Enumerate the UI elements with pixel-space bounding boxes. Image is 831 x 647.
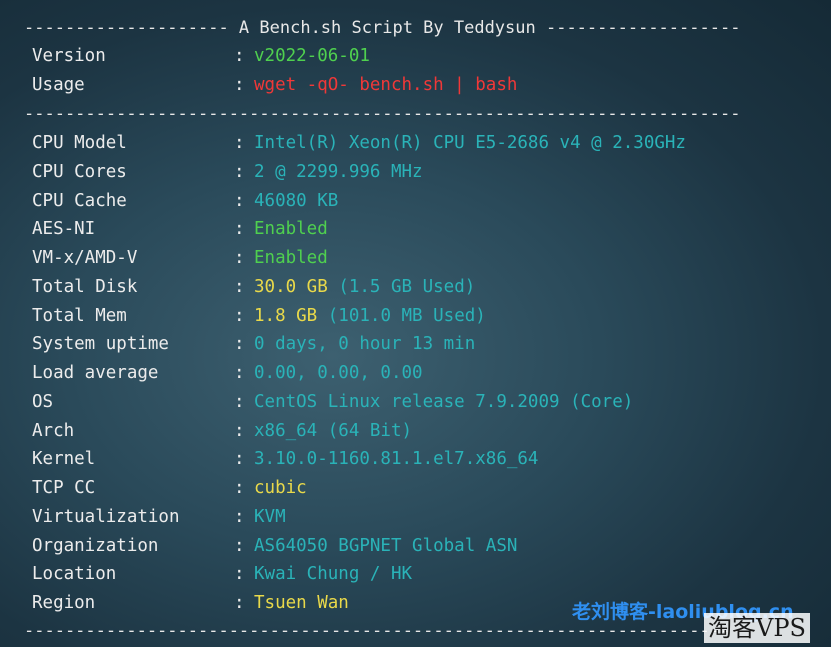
row-value: wget -qO- bench.sh | bash bbox=[254, 74, 517, 96]
row-value-primary: 0 days, 0 hour 13 min bbox=[254, 334, 476, 355]
row-label: Load average bbox=[32, 363, 159, 383]
row-colon: : bbox=[234, 46, 245, 66]
row-value: v2022-06-01 bbox=[254, 45, 370, 67]
row-value: 46080 KB bbox=[254, 190, 338, 212]
row-value: Tsuen Wan bbox=[254, 592, 349, 614]
row-label: System uptime bbox=[32, 334, 169, 355]
row-value: Enabled bbox=[254, 218, 328, 240]
row-colon: : bbox=[234, 276, 245, 297]
row-colon: : bbox=[234, 535, 245, 556]
row-label: TCP CC bbox=[32, 478, 96, 498]
row-label: Arch bbox=[32, 420, 75, 441]
row-label: Usage bbox=[32, 75, 85, 95]
row-colon: : bbox=[234, 391, 245, 412]
brand-watermark: 淘客VPS bbox=[704, 613, 810, 643]
row-label: CPU Cores bbox=[32, 161, 127, 182]
row-value-primary: 3.10.0-1160.81.1.el7.x86_64 bbox=[254, 449, 539, 470]
row-value-primary: 1.8 GB bbox=[254, 305, 318, 326]
row-value: cubic bbox=[254, 477, 307, 499]
row-value: AS64050 BGPNET Global ASN bbox=[254, 535, 517, 557]
row-colon: : bbox=[234, 420, 245, 441]
row-label: Region bbox=[32, 593, 96, 613]
row-value-primary: 2 @ 2299.996 MHz bbox=[254, 161, 423, 182]
row-label: Version bbox=[32, 46, 106, 66]
row-value-primary: Tsuen Wan bbox=[254, 593, 349, 613]
row-value-primary: Kwai Chung / HK bbox=[254, 564, 413, 585]
row-value-primary: Enabled bbox=[254, 219, 328, 240]
row-value: CentOS Linux release 7.9.2009 (Core) bbox=[254, 391, 633, 413]
row-label: CPU Cache bbox=[32, 190, 127, 211]
row-label: Location bbox=[32, 564, 117, 585]
row-value-primary: Enabled bbox=[254, 248, 328, 268]
row-label: CPU Model bbox=[32, 133, 127, 153]
row-colon: : bbox=[234, 75, 245, 95]
row-colon: : bbox=[234, 564, 245, 585]
row-colon: : bbox=[234, 305, 245, 326]
row-value-primary: v2022-06-01 bbox=[254, 46, 370, 66]
row-label: Kernel bbox=[32, 449, 96, 470]
row-label: Total Disk bbox=[32, 276, 138, 297]
row-label: Total Mem bbox=[32, 305, 127, 326]
row-value: KVM bbox=[254, 506, 286, 528]
row-colon: : bbox=[234, 161, 245, 182]
row-value-primary: 30.0 GB bbox=[254, 276, 328, 297]
row-value: 1.8 GB (101.0 MB Used) bbox=[254, 305, 486, 327]
row-label: VM-x/AMD-V bbox=[32, 248, 138, 268]
row-colon: : bbox=[234, 219, 245, 240]
row-value-secondary: (101.0 MB Used) bbox=[327, 305, 486, 326]
row-value-primary: wget -qO- bench.sh | bash bbox=[254, 75, 518, 95]
row-label: Organization bbox=[32, 535, 159, 556]
row-value: Kwai Chung / HK bbox=[254, 563, 412, 585]
row-label: Virtualization bbox=[32, 506, 180, 527]
row-value-secondary: (1.5 GB Used) bbox=[338, 276, 476, 297]
row-colon: : bbox=[234, 190, 245, 211]
row-value: 0.00, 0.00, 0.00 bbox=[254, 362, 423, 384]
row-colon: : bbox=[234, 334, 245, 355]
row-value: 30.0 GB (1.5 GB Used) bbox=[254, 276, 475, 298]
separator-top: ----------------------------------------… bbox=[24, 104, 741, 124]
row-value-primary: KVM bbox=[254, 506, 286, 527]
row-colon: : bbox=[234, 248, 245, 268]
row-value-primary: 0.00, 0.00, 0.00 bbox=[254, 363, 423, 383]
terminal-window: -------------------- A Bench.sh Script B… bbox=[0, 0, 831, 647]
row-value: x86_64 (64 Bit) bbox=[254, 420, 412, 442]
row-value-primary: AS64050 BGPNET Global ASN bbox=[254, 535, 518, 556]
row-label: AES-NI bbox=[32, 219, 96, 240]
separator-bottom: ----------------------------------------… bbox=[24, 621, 741, 641]
row-value-primary: CentOS Linux release 7.9.2009 (Core) bbox=[254, 391, 634, 412]
row-colon: : bbox=[234, 478, 245, 498]
row-value: 2 @ 2299.996 MHz bbox=[254, 161, 423, 183]
row-value: Intel(R) Xeon(R) CPU E5-2686 v4 @ 2.30GH… bbox=[254, 132, 686, 154]
row-value-primary: 46080 KB bbox=[254, 190, 339, 211]
row-label: OS bbox=[32, 391, 54, 412]
row-value: 0 days, 0 hour 13 min bbox=[254, 333, 475, 355]
row-colon: : bbox=[234, 449, 245, 470]
row-colon: : bbox=[234, 593, 245, 613]
row-colon: : bbox=[234, 363, 245, 383]
row-value-primary: x86_64 (64 Bit) bbox=[254, 420, 413, 441]
row-value: Enabled bbox=[254, 247, 328, 269]
row-value-primary: cubic bbox=[254, 478, 307, 498]
header-title: -------------------- A Bench.sh Script B… bbox=[24, 18, 741, 38]
row-value-primary: Intel(R) Xeon(R) CPU E5-2686 v4 @ 2.30GH… bbox=[254, 133, 686, 153]
row-value: 3.10.0-1160.81.1.el7.x86_64 bbox=[254, 448, 538, 470]
row-colon: : bbox=[234, 506, 245, 527]
row-colon: : bbox=[234, 133, 245, 153]
